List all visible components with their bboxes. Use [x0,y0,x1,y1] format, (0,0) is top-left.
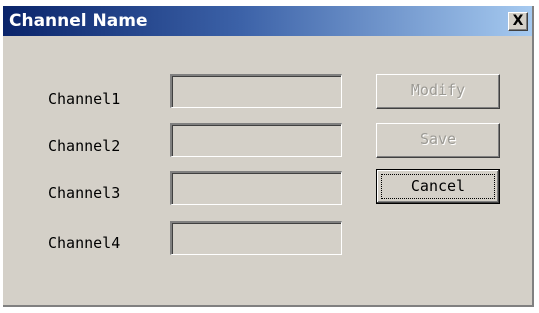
channel3-label: Channel3 [48,184,121,202]
channel4-field[interactable] [170,221,342,255]
channel4-label: Channel4 [48,234,121,252]
close-button[interactable]: X [508,12,528,31]
save-button[interactable]: Save [376,123,500,158]
channel1-field[interactable] [170,74,342,108]
channel3-field[interactable] [170,171,342,205]
cancel-button-label: Cancel [381,174,495,199]
channel1-label: Channel1 [48,90,121,108]
channel-name-dialog: Channel Name X Channel1 Channel2 Channel… [3,6,534,307]
modify-button[interactable]: Modify [376,74,500,109]
title-bar[interactable]: Channel Name X [3,6,532,36]
cancel-button[interactable]: Cancel [376,169,500,204]
close-icon: X [512,13,524,29]
channel2-field[interactable] [170,123,342,157]
window-title: Channel Name [9,11,148,31]
channel2-label: Channel2 [48,137,121,155]
